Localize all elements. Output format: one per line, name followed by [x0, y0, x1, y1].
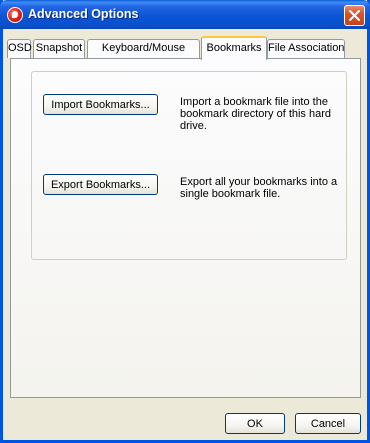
advanced-options-dialog: Advanced Options OSD Snapshot Keyboard/M…	[0, 0, 370, 443]
tab-label: File Association	[268, 42, 345, 54]
window-title: Advanced Options	[28, 7, 139, 21]
tab-bookmarks[interactable]: Bookmarks	[201, 36, 267, 60]
media-player-icon	[7, 7, 23, 23]
cancel-button[interactable]: Cancel	[295, 413, 361, 434]
bookmarks-group: Import Bookmarks... Import a bookmark fi…	[31, 71, 347, 260]
export-bookmarks-button[interactable]: Export Bookmarks...	[43, 174, 158, 195]
tab-file-association[interactable]: File Association	[267, 39, 345, 58]
close-icon	[349, 10, 360, 21]
title-bar[interactable]: Advanced Options	[0, 0, 370, 29]
tab-osd[interactable]: OSD	[7, 39, 32, 58]
bookmarks-tab-panel: Import Bookmarks... Import a bookmark fi…	[10, 58, 361, 398]
tab-label: Bookmarks	[206, 42, 262, 54]
tab-label: OSD	[8, 42, 32, 54]
import-bookmarks-button[interactable]: Import Bookmarks...	[43, 94, 158, 115]
ok-button[interactable]: OK	[225, 413, 285, 434]
tab-label: Keyboard/Mouse	[101, 42, 186, 54]
tab-keyboard-mouse[interactable]: Keyboard/Mouse	[87, 39, 200, 58]
tab-label: Snapshot	[35, 42, 83, 54]
tab-snapshot[interactable]: Snapshot	[33, 39, 85, 58]
export-bookmarks-description: Export all your bookmarks into a single …	[180, 176, 338, 200]
import-bookmarks-description: Import a bookmark file into the bookmark…	[180, 96, 332, 132]
close-button[interactable]	[344, 5, 365, 26]
